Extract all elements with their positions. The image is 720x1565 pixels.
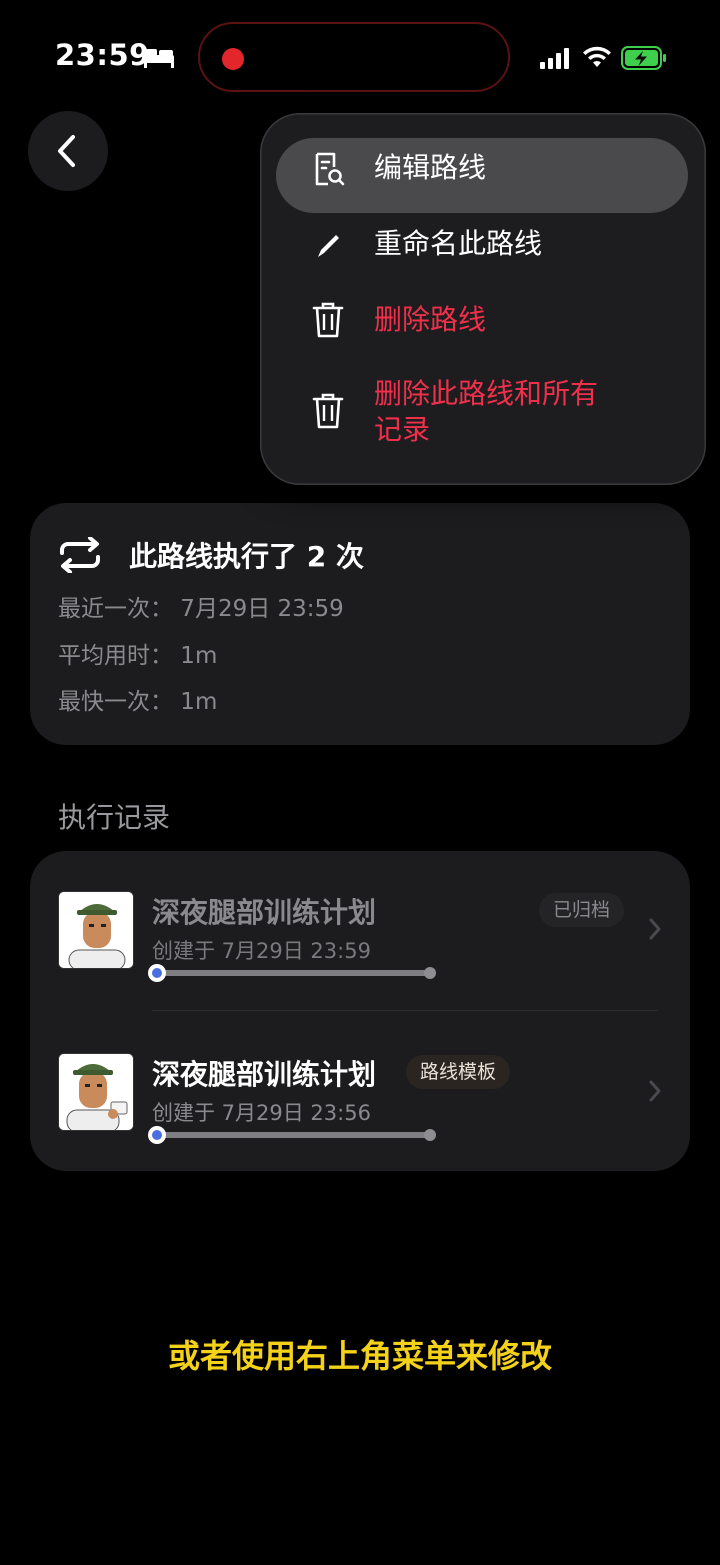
- archived-badge: 已归档: [539, 893, 625, 927]
- stats-title: 此路线执行了 2 次: [129, 540, 364, 573]
- battery-charging-icon: [621, 46, 666, 70]
- record-progress-track: [148, 1126, 436, 1144]
- repeat-icon: [60, 537, 100, 573]
- back-button[interactable]: [28, 111, 108, 191]
- tutorial-caption: 或者使用右上角菜单来修改: [167, 1337, 552, 1375]
- stats-average: 平均用时： 1m: [58, 643, 218, 669]
- record-name: 深夜腿部训练计划: [152, 896, 377, 929]
- trash-icon: [312, 393, 344, 429]
- menu-item-edit-route[interactable]: 编辑路线: [260, 149, 706, 203]
- menu-item-label: 重命名此路线: [374, 227, 543, 260]
- dynamic-island: [198, 22, 510, 92]
- chevron-left-icon: [58, 135, 75, 167]
- records-section-title: 执行记录: [58, 801, 171, 834]
- route-context-menu: 编辑路线 重命名此路线 删除路线 删除此路线和所有 记录: [260, 113, 706, 485]
- record-created: 创建于 7月29日 23:59: [152, 939, 371, 963]
- menu-item-rename-route[interactable]: 重命名此路线: [260, 225, 706, 279]
- progress-start-marker: [148, 964, 166, 982]
- progress-start-marker: [148, 1126, 166, 1144]
- menu-item-label-line1: 删除此路线和所有: [374, 377, 599, 410]
- avatar: [58, 1053, 134, 1131]
- record-name: 深夜腿部训练计划: [152, 1058, 377, 1091]
- record-progress-track: [148, 964, 436, 982]
- record-row[interactable]: 深夜腿部训练计划 已归档 创建于 7月29日 23:59: [30, 891, 690, 1021]
- wifi-icon: [583, 46, 611, 67]
- divider: [152, 1010, 658, 1011]
- status-time: 23:59: [55, 38, 150, 72]
- template-badge: 路线模板: [406, 1055, 511, 1089]
- screen: 23:59 此路线执行了 2 次 最近一次： 7月29日 23:59 平均用时：…: [0, 0, 720, 1565]
- recording-indicator-icon: [222, 48, 244, 70]
- edit-route-icon: [315, 152, 345, 186]
- stats-recent: 最近一次： 7月29日 23:59: [58, 596, 344, 622]
- pencil-icon: [318, 235, 339, 257]
- bed-icon: [144, 49, 174, 68]
- menu-item-delete-route-and-records[interactable]: 删除此路线和所有 记录: [260, 375, 706, 455]
- chevron-right-icon: [649, 1080, 661, 1102]
- progress-end-marker: [424, 967, 436, 979]
- avatar: [58, 891, 134, 969]
- progress-end-marker: [424, 1129, 436, 1141]
- stats-fastest: 最快一次： 1m: [58, 689, 218, 715]
- chevron-right-icon: [649, 918, 661, 940]
- trash-icon: [312, 302, 344, 338]
- cellular-signal-icon: [540, 48, 569, 69]
- menu-item-label: 编辑路线: [374, 151, 487, 184]
- record-row[interactable]: 深夜腿部训练计划 路线模板 创建于 7月29日 23:56: [30, 1053, 690, 1183]
- menu-item-label-line2: 记录: [374, 413, 431, 446]
- records-card: 深夜腿部训练计划 已归档 创建于 7月29日 23:59 深夜腿部训练计划 路线…: [30, 851, 690, 1171]
- route-stats-card: 此路线执行了 2 次 最近一次： 7月29日 23:59 平均用时： 1m 最快…: [30, 503, 690, 745]
- menu-item-label: 删除路线: [374, 303, 487, 336]
- record-created: 创建于 7月29日 23:56: [152, 1101, 371, 1125]
- menu-item-delete-route[interactable]: 删除路线: [260, 301, 706, 355]
